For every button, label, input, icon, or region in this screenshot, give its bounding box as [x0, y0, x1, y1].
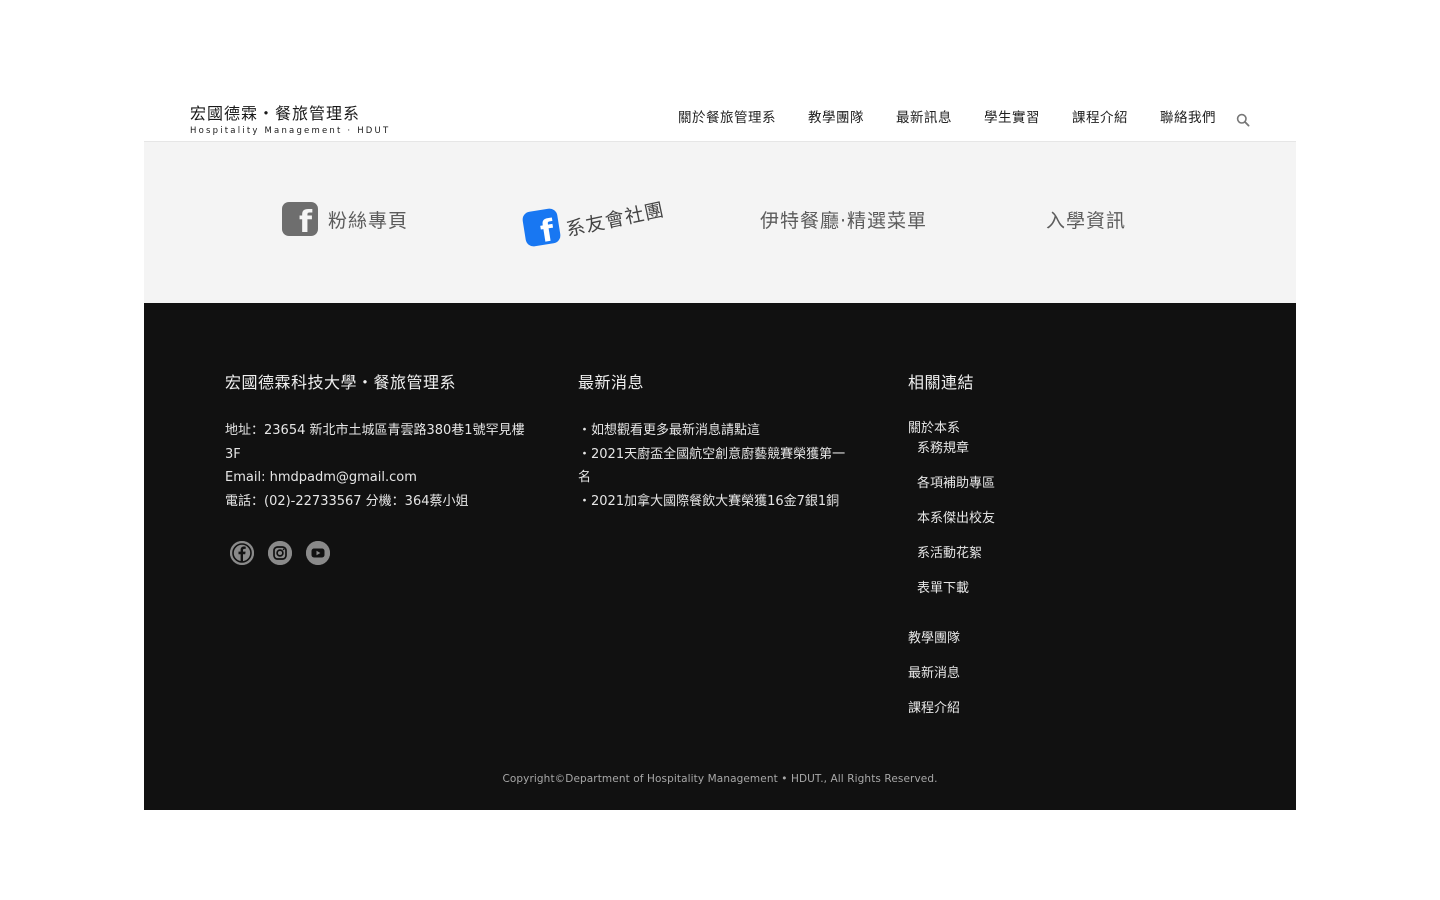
fan-page-label: 粉絲專頁	[328, 209, 409, 232]
site-footer: 宏國德霖科技大學・餐旅管理系 地址：23654 新北市土城區青雲路380巷1號罕…	[144, 303, 1296, 810]
copyright: Copyright©Department of Hospitality Mana…	[502, 773, 938, 785]
link-courses[interactable]: 課程介紹	[908, 697, 1108, 732]
site-logo[interactable]: 宏國德霖・餐旅管理系 Hospitality Management · HDUT	[190, 100, 390, 136]
link-activities[interactable]: 系活動花絮	[917, 542, 1108, 577]
nav-item-news[interactable]: 最新訊息	[896, 106, 952, 126]
logo-title: 宏國德霖・餐旅管理系	[190, 104, 361, 123]
footer-school-column: 宏國德霖科技大學・餐旅管理系 地址：23654 新北市土城區青雲路380巷1號罕…	[225, 369, 525, 565]
footer-links-column: 相關連結 關於本系 系務規章 各項補助專區 本系傑出校友 系活動花絮 表單下載 …	[908, 369, 1108, 732]
main-nav: 關於餐旅管理系 教學團隊 最新訊息 學生實習 課程介紹 聯絡我們	[646, 106, 1216, 126]
logo-subtitle: Hospitality Management · HDUT	[190, 126, 391, 136]
admission-info-link[interactable]: 入學資訊	[1046, 206, 1126, 233]
link-team[interactable]: 教學團隊	[908, 627, 1108, 662]
facebook-icon: f	[521, 207, 562, 248]
fan-page-link[interactable]: f 粉絲專頁	[282, 202, 408, 236]
social-links	[230, 541, 525, 565]
alumni-group-link[interactable]: f 系友會社團	[521, 196, 667, 248]
facebook-icon: f	[282, 202, 318, 236]
footer-news-column: 最新消息 ・如想觀看更多最新消息請點這 ・2021天廚盃全國航空創意廚藝競賽榮獲…	[578, 369, 858, 513]
school-heading: 宏國德霖科技大學・餐旅管理系	[225, 373, 457, 392]
instagram-icon[interactable]	[268, 541, 292, 565]
nav-item-courses[interactable]: 課程介紹	[1072, 106, 1128, 126]
email: Email: hmdpadm@gmail.com	[225, 470, 417, 485]
restaurant-menu-label: 伊特餐廳‧精選菜單	[760, 210, 928, 232]
news-item[interactable]: ・2021加拿大國際餐飲大賽榮獲16金7銀1銅	[578, 490, 858, 514]
nav-item-about[interactable]: 關於餐旅管理系	[678, 106, 776, 126]
contact-info: 地址：23654 新北市土城區青雲路380巷1號罕見樓3F Email: hmd…	[225, 419, 525, 513]
link-subsidies[interactable]: 各項補助專區	[917, 472, 1108, 507]
link-forms[interactable]: 表單下載	[917, 577, 1108, 612]
restaurant-menu-link[interactable]: 伊特餐廳‧精選菜單	[760, 206, 927, 233]
related-links: 關於本系 系務規章 各項補助專區 本系傑出校友 系活動花絮 表單下載 教學團隊 …	[908, 417, 1108, 732]
nav-item-contact[interactable]: 聯絡我們	[1160, 106, 1216, 126]
link-news[interactable]: 最新消息	[908, 662, 1108, 697]
address: 地址：23654 新北市土城區青雲路380巷1號罕見樓3F	[225, 423, 525, 462]
facebook-icon[interactable]	[230, 541, 254, 565]
nav-item-team[interactable]: 教學團隊	[808, 106, 864, 126]
links-heading: 相關連結	[908, 373, 975, 392]
page: 宏國德霖・餐旅管理系 Hospitality Management · HDUT…	[144, 88, 1296, 810]
search-icon[interactable]	[1236, 112, 1252, 128]
phone: 電話：(02)-22733567 分機：364蔡小姐	[225, 493, 469, 509]
alumni-group-label: 系友會社團	[564, 198, 667, 242]
news-item[interactable]: ・2021天廚盃全國航空創意廚藝競賽榮獲第一名	[578, 443, 858, 490]
about-sub-links: 系務規章 各項補助專區 本系傑出校友 系活動花絮 表單下載	[908, 437, 1108, 612]
youtube-icon[interactable]	[306, 541, 330, 565]
admission-info-label: 入學資訊	[1046, 210, 1127, 232]
link-about[interactable]: 關於本系	[908, 417, 1108, 437]
link-alumni[interactable]: 本系傑出校友	[917, 507, 1108, 542]
news-heading: 最新消息	[578, 373, 645, 392]
news-item[interactable]: ・如想觀看更多最新消息請點這	[578, 419, 858, 443]
quick-links-band: f 粉絲專頁 f 系友會社團 伊特餐廳‧精選菜單 入學資訊	[144, 142, 1296, 303]
nav-item-internship[interactable]: 學生實習	[984, 106, 1040, 126]
link-regulations[interactable]: 系務規章	[917, 437, 1108, 472]
site-header: 宏國德霖・餐旅管理系 Hospitality Management · HDUT…	[144, 88, 1296, 142]
news-list: ・如想觀看更多最新消息請點這 ・2021天廚盃全國航空創意廚藝競賽榮獲第一名 ・…	[578, 419, 858, 513]
